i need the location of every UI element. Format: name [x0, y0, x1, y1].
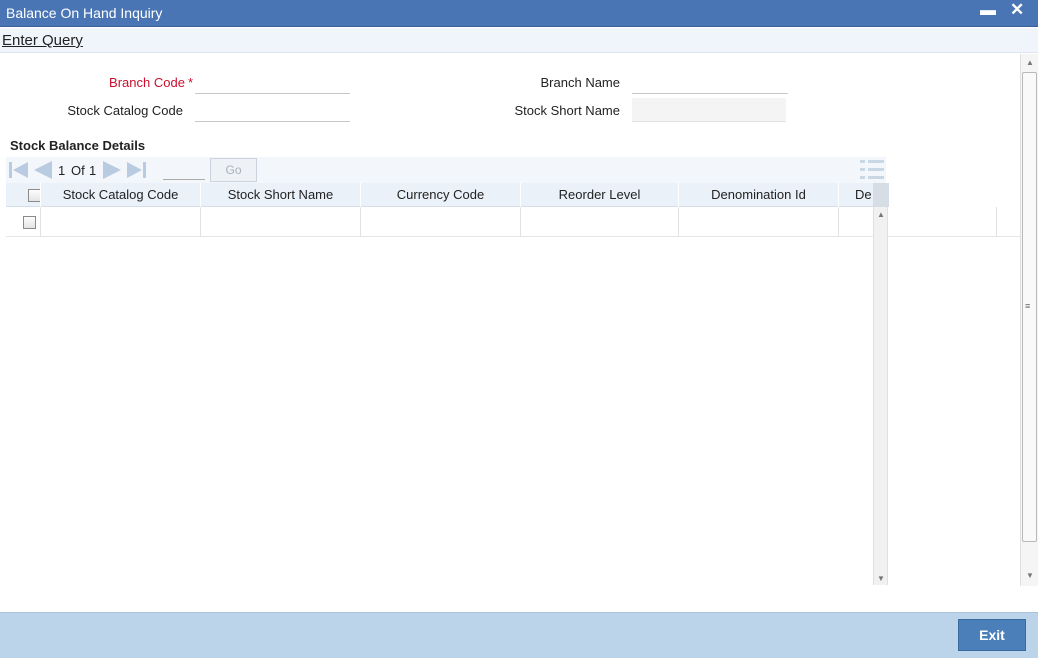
stock-catalog-code-label: Stock Catalog Code	[67, 103, 183, 118]
last-page-icon[interactable]	[125, 160, 147, 180]
stock-balance-grid: Stock Catalog Code Stock Short Name Curr…	[6, 183, 1021, 583]
cell-denomination-id[interactable]	[679, 207, 839, 237]
branch-code-input[interactable]	[195, 72, 350, 94]
minimize-icon[interactable]: ▬	[980, 2, 996, 20]
enter-query-link[interactable]: Enter Query	[2, 32, 83, 49]
column-header-stock-catalog-code[interactable]: Stock Catalog Code	[41, 183, 201, 207]
select-all-checkbox[interactable]	[28, 189, 40, 202]
exit-button[interactable]: Exit	[958, 619, 1026, 651]
cell-extra[interactable]	[839, 207, 997, 237]
branch-code-label: Branch Code *	[109, 75, 193, 90]
column-header-currency-code[interactable]: Currency Code	[361, 183, 521, 207]
page-scrollbar[interactable]: ▲ ≡ ▼	[1020, 54, 1038, 586]
goto-page-input[interactable]	[163, 160, 205, 180]
menu-bar: Enter Query	[0, 28, 1038, 53]
column-header-stock-short-name[interactable]: Stock Short Name	[201, 183, 361, 207]
page-scroll-up-icon[interactable]: ▲	[1026, 58, 1034, 67]
next-page-icon[interactable]	[101, 160, 123, 180]
cell-stock-catalog-code[interactable]	[41, 207, 201, 237]
cell-stock-short-name[interactable]	[201, 207, 361, 237]
list-view-icon[interactable]	[859, 159, 885, 181]
column-header-reorder-level[interactable]: Reorder Level	[521, 183, 679, 207]
window-titlebar: Balance On Hand Inquiry ▬ ✕	[0, 0, 1038, 27]
required-marker: *	[187, 75, 193, 90]
close-icon[interactable]: ✕	[1010, 0, 1024, 20]
page-of-label: Of	[71, 163, 85, 178]
cell-currency-code[interactable]	[361, 207, 521, 237]
stock-catalog-code-input[interactable]	[195, 100, 350, 122]
footer-bar: Exit	[0, 612, 1038, 658]
branch-name-input[interactable]	[632, 72, 788, 94]
go-button[interactable]: Go	[210, 158, 257, 182]
row-checkbox[interactable]	[23, 216, 36, 229]
grid-header-scroll-corner	[873, 183, 889, 207]
first-page-icon[interactable]	[8, 160, 30, 180]
stock-short-name-label: Stock Short Name	[514, 103, 621, 118]
row-select-cell	[6, 207, 41, 237]
grid-header: Stock Catalog Code Stock Short Name Curr…	[6, 183, 889, 207]
previous-page-icon[interactable]	[32, 160, 54, 180]
stock-short-name-input	[632, 98, 786, 122]
column-header-denomination-id[interactable]: Denomination Id	[679, 183, 839, 207]
grid-pager: 1 Of 1 Go	[6, 157, 886, 183]
total-pages: 1	[89, 163, 97, 178]
scrollbar-grip-icon: ≡	[1025, 301, 1031, 311]
select-all-cell	[6, 183, 41, 207]
branch-name-label: Branch Name	[540, 75, 620, 90]
table-row[interactable]	[6, 207, 1021, 237]
scroll-up-icon[interactable]: ▲	[877, 210, 885, 219]
section-title: Stock Balance Details	[10, 138, 146, 153]
current-page: 1	[58, 163, 66, 178]
scroll-down-icon[interactable]: ▼	[877, 574, 885, 583]
window-title: Balance On Hand Inquiry	[6, 5, 163, 21]
cell-reorder-level[interactable]	[521, 207, 679, 237]
page-scroll-down-icon[interactable]: ▼	[1026, 571, 1034, 580]
grid-scrollbar[interactable]: ▲ ▼	[873, 207, 888, 585]
